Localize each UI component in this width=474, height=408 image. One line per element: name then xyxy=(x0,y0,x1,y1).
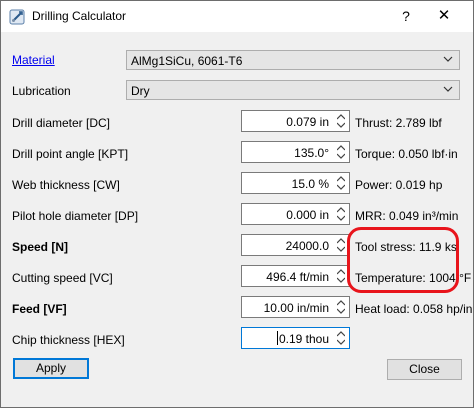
speed-label: Speed [N] xyxy=(12,240,69,254)
spin-arrows[interactable] xyxy=(333,173,349,193)
material-link[interactable]: Material xyxy=(12,53,55,67)
spin-arrows[interactable] xyxy=(333,328,349,348)
dialog-window: Drilling Calculator ? ✕ Material AlMg1Si… xyxy=(0,0,474,408)
spin-down-icon[interactable] xyxy=(337,308,345,314)
spin-down-icon[interactable] xyxy=(337,246,345,252)
web-thickness-value: 15.0 % xyxy=(291,177,329,191)
spin-up-icon[interactable] xyxy=(337,114,345,120)
apply-button-label: Apply xyxy=(35,361,67,375)
lubrication-combo[interactable]: Dry xyxy=(126,80,460,100)
mrr-result: MRR: 0.049 in³/min xyxy=(355,209,459,223)
text-caret xyxy=(277,331,278,345)
feed-label: Feed [VF] xyxy=(12,302,67,316)
drill-diameter-spinbox[interactable]: 0.079 in xyxy=(241,110,350,132)
torque-result: Torque: 0.050 lbf·in xyxy=(355,147,458,161)
material-combo[interactable]: AlMg1SiCu, 6061-T6 xyxy=(126,50,460,70)
chip-thickness-spinbox[interactable]: 0.19 thou xyxy=(241,327,350,349)
speed-value: 24000.0 xyxy=(285,239,329,253)
drill-diameter-label: Drill diameter [DC] xyxy=(12,116,111,130)
web-thickness-label: Web thickness [CW] xyxy=(12,178,120,192)
spin-down-icon[interactable] xyxy=(337,339,345,345)
spin-arrows[interactable] xyxy=(333,142,349,162)
pilot-hole-diameter-value: 0.000 in xyxy=(286,208,329,222)
spin-up-icon[interactable] xyxy=(337,176,345,182)
material-value: AlMg1SiCu, 6061-T6 xyxy=(131,54,243,68)
spin-up-icon[interactable] xyxy=(337,238,345,244)
thrust-result: Thrust: 2.789 lbf xyxy=(355,116,442,130)
chip-thickness-value: 0.19 thou xyxy=(278,332,329,346)
web-thickness-spinbox[interactable]: 15.0 % xyxy=(241,172,350,194)
chevron-down-icon xyxy=(443,56,453,62)
highlight-annotation xyxy=(347,227,459,293)
close-button-label: Close xyxy=(409,362,440,376)
lubrication-value: Dry xyxy=(131,84,150,98)
title-bar: Drilling Calculator ? ✕ xyxy=(1,1,473,32)
drill-diameter-value: 0.079 in xyxy=(286,115,329,129)
drill-app-icon xyxy=(9,9,25,25)
cutting-speed-spinbox[interactable]: 496.4 ft/min xyxy=(241,265,350,287)
close-button[interactable]: Close xyxy=(387,359,462,380)
lubrication-label: Lubrication xyxy=(12,84,71,98)
pilot-hole-diameter-label: Pilot hole diameter [DP] xyxy=(12,209,139,223)
window-close-button[interactable]: ✕ xyxy=(429,5,459,27)
pilot-hole-diameter-spinbox[interactable]: 0.000 in xyxy=(241,203,350,225)
power-result: Power: 0.019 hp xyxy=(355,178,443,192)
chip-thickness-label: Chip thickness [HEX] xyxy=(12,333,125,347)
spin-down-icon[interactable] xyxy=(337,184,345,190)
spin-arrows[interactable] xyxy=(333,111,349,131)
spin-arrows[interactable] xyxy=(333,297,349,317)
spin-up-icon[interactable] xyxy=(337,145,345,151)
speed-spinbox[interactable]: 24000.0 xyxy=(241,234,350,256)
spin-up-icon[interactable] xyxy=(337,269,345,275)
spin-up-icon[interactable] xyxy=(337,331,345,337)
cutting-speed-label: Cutting speed [VC] xyxy=(12,271,113,285)
spin-arrows[interactable] xyxy=(333,204,349,224)
help-button[interactable]: ? xyxy=(391,5,421,27)
chevron-down-icon xyxy=(443,86,453,92)
drill-point-angle-spinbox[interactable]: 135.0° xyxy=(241,141,350,163)
drill-point-angle-label: Drill point angle [KPT] xyxy=(12,147,129,161)
cutting-speed-value: 496.4 ft/min xyxy=(266,270,329,284)
spin-up-icon[interactable] xyxy=(337,300,345,306)
feed-spinbox[interactable]: 10.00 in/min xyxy=(241,296,350,318)
spin-up-icon[interactable] xyxy=(337,207,345,213)
spin-down-icon[interactable] xyxy=(337,277,345,283)
dialog-body: Material AlMg1SiCu, 6061-T6 Lubrication … xyxy=(1,32,473,407)
feed-value: 10.00 in/min xyxy=(263,301,329,315)
apply-button[interactable]: Apply xyxy=(13,358,89,379)
spin-down-icon[interactable] xyxy=(337,122,345,128)
drill-point-angle-value: 135.0° xyxy=(294,146,329,160)
spin-down-icon[interactable] xyxy=(337,215,345,221)
heat-load-result: Heat load: 0.058 hp/in xyxy=(355,302,473,316)
spin-down-icon[interactable] xyxy=(337,153,345,159)
window-title: Drilling Calculator xyxy=(32,9,127,23)
